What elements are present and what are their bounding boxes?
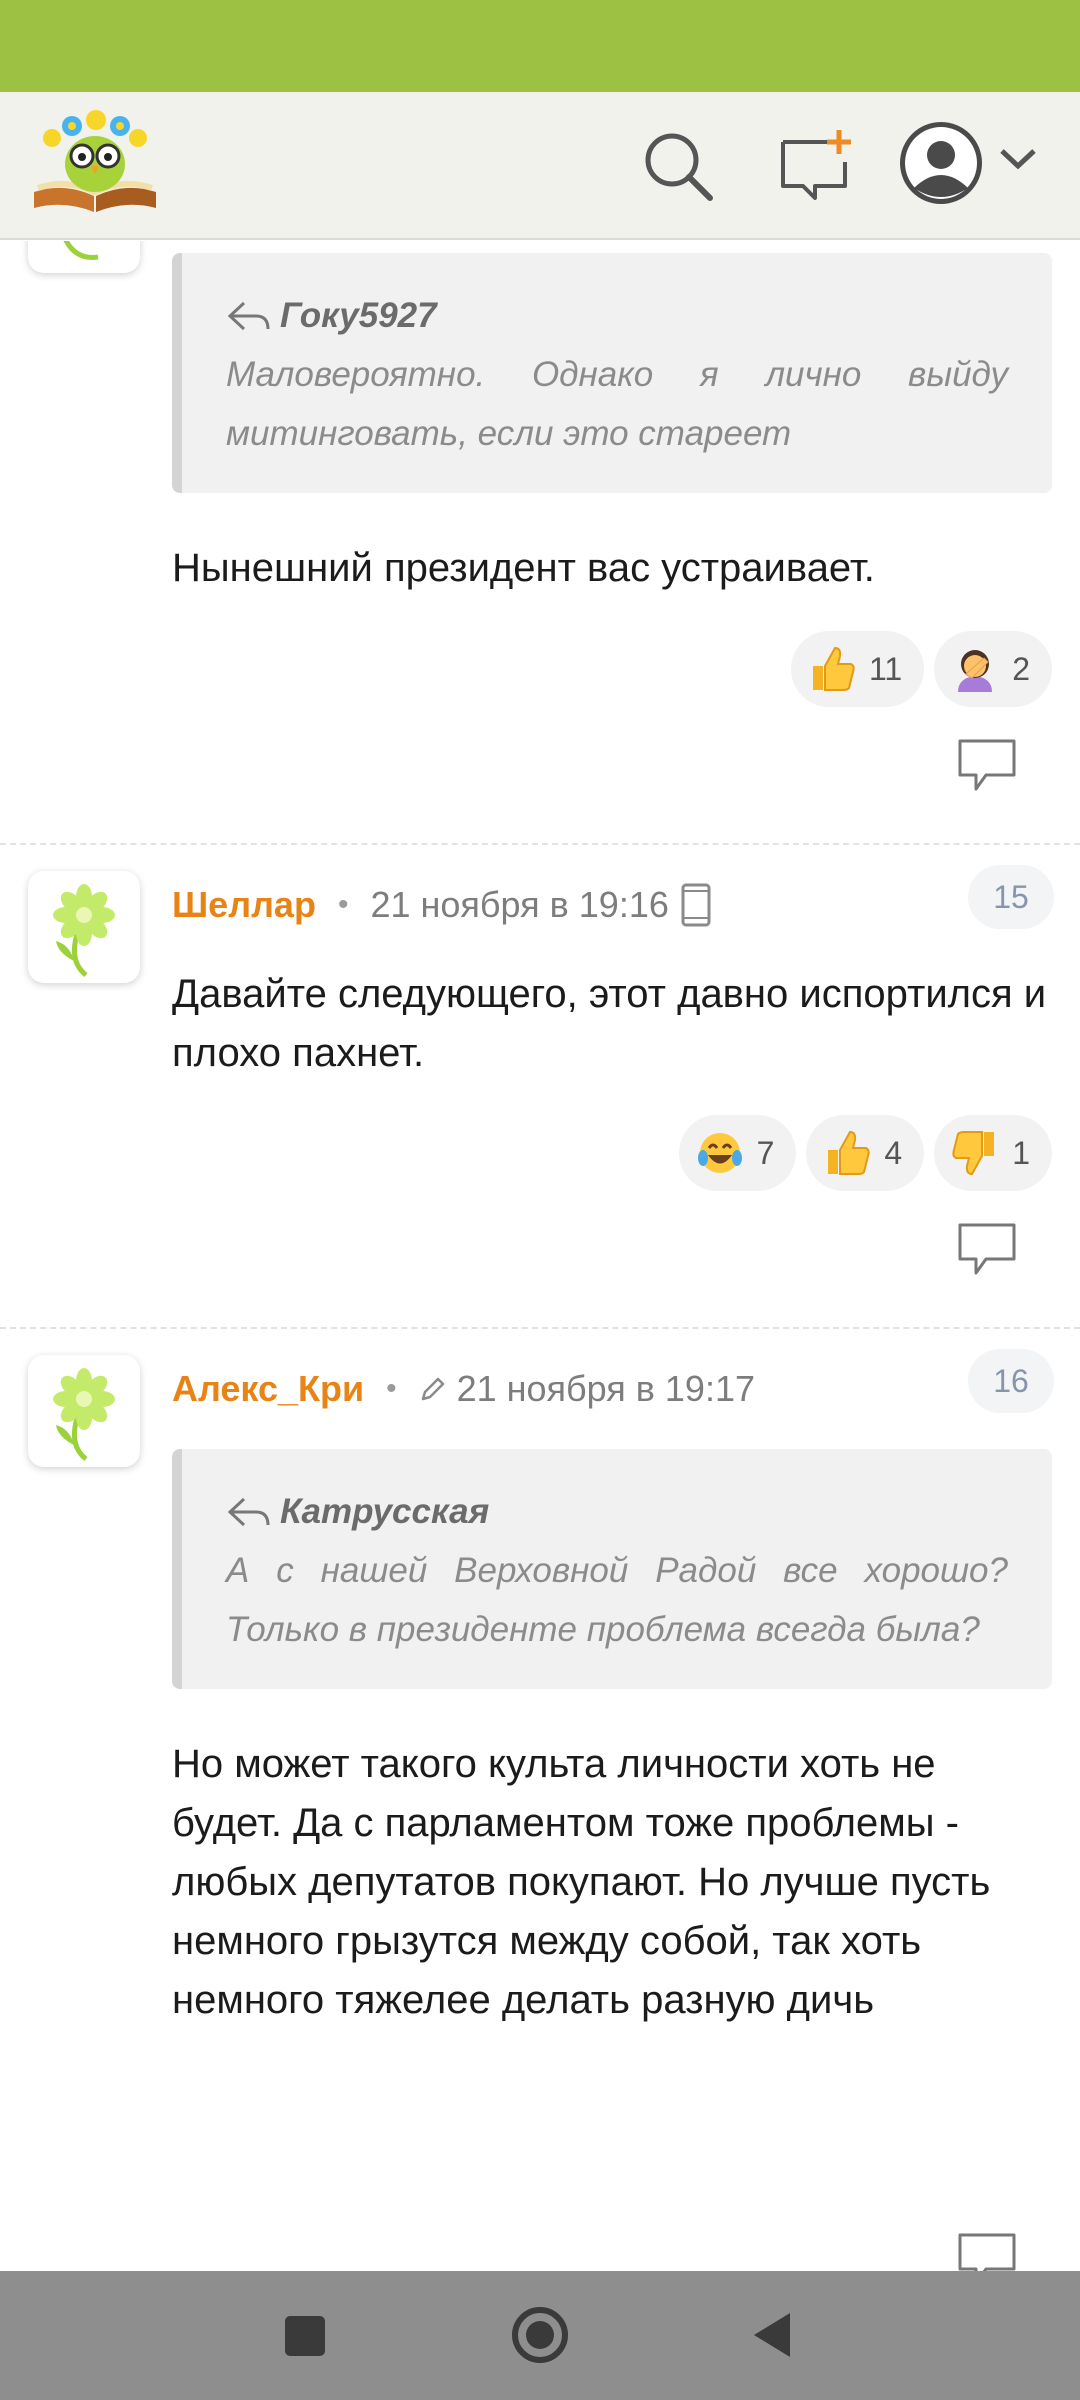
search-icon[interactable] [640,128,716,204]
comment-header: Шеллар • 21 ноября в 19:16 [172,875,713,935]
facepalm-icon [950,644,1000,694]
chevron-down-icon [998,146,1038,177]
comment-number[interactable]: 15 [968,865,1054,929]
comment-author[interactable]: Шеллар [172,884,316,926]
system-nav-bar [0,2271,1080,2400]
thumbs-down-icon [950,1128,1000,1178]
thumbs-up-icon [807,644,857,694]
new-post-icon[interactable] [775,126,855,206]
thumbs-up-icon [822,1128,872,1178]
profile-menu[interactable] [900,122,1060,208]
reaction-count: 7 [756,1134,775,1171]
reactions: 11 2 [790,631,1052,707]
quoted-reply: Катрусская А с нашей Верховной Радой все… [172,1449,1052,1689]
comment-timestamp: 21 ноября в 19:17 [456,1368,755,1409]
profile-icon [900,122,982,204]
comment-author[interactable]: Алекс_Кри [172,1368,364,1410]
recents-icon[interactable] [285,2316,325,2356]
comment-divider [0,843,1080,845]
reaction-count: 11 [868,650,903,687]
avatar[interactable] [28,1355,140,1467]
reply-arrow-icon [227,301,270,331]
quote-author[interactable]: Катрусская [280,1492,489,1532]
pencil-icon [421,1377,444,1401]
comment-timestamp: 21 ноября в 19:16 [370,884,669,925]
quoted-reply: Гоку5927 Маловероятно. Однако я лично вы… [172,253,1052,493]
comment-text: Нынешний президент вас устраивает. [172,546,875,590]
home-icon[interactable] [510,2305,570,2365]
app-header [0,92,1080,240]
reactions: 7 4 1 [678,1115,1052,1191]
reply-comment-icon[interactable] [956,737,1018,795]
back-icon[interactable] [750,2311,794,2359]
quote-text: А с нашей Верховной Радой все хорошо? То… [226,1551,1008,1649]
reaction-count: 1 [1012,1134,1030,1171]
comment-number[interactable]: 16 [968,1349,1054,1413]
comment-text: Давайте следующего, этот давно испортилс… [172,972,1047,1075]
reply-arrow-icon [227,1497,270,1527]
reaction-thumbs-down[interactable]: 1 [934,1115,1052,1191]
reaction-thumbs-up[interactable]: 4 [806,1115,925,1191]
status-bar [0,0,1080,92]
quote-text: Маловероятно. Однако я лично выйду митин… [226,355,1008,453]
tears-of-joy-icon [695,1128,745,1178]
avatar[interactable] [28,871,140,983]
quote-author[interactable]: Гоку5927 [280,296,437,336]
owl-on-book-logo[interactable] [30,108,160,220]
comment-divider [0,1327,1080,1329]
mobile-phone-icon [681,883,711,927]
reaction-thumbs-up[interactable]: 11 [790,631,925,707]
reaction-count: 2 [1012,650,1030,687]
reply-comment-icon[interactable] [956,1221,1018,1279]
comment-text: Но может такого культа личности хоть не … [172,1742,991,2022]
reply-comment-icon[interactable] [956,2231,1018,2271]
reaction-facepalm[interactable]: 2 [934,631,1052,707]
reaction-tears-of-joy[interactable]: 7 [678,1115,797,1191]
avatar[interactable] [28,241,140,273]
reaction-count: 4 [884,1134,903,1171]
comment-header: Алекс_Кри • 21 ноября в 19:17 [172,1368,755,1410]
comments-feed[interactable]: Гоку5927 Маловероятно. Однако я лично вы… [0,241,1080,2271]
